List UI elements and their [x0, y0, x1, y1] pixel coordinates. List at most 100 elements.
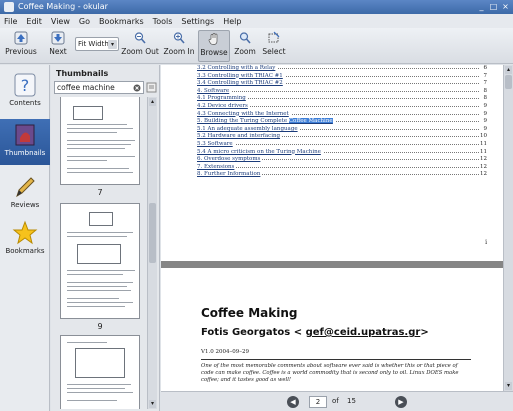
toc-entry-page: 9: [482, 103, 487, 109]
page-number-input[interactable]: 2: [309, 396, 327, 408]
scrollbar-thumb[interactable]: [149, 203, 156, 263]
toc-leader: [197, 90, 479, 92]
document-author: Fotis Georgatos < gef@ceid.upatras.gr>: [201, 327, 429, 338]
toc-entry-title: 5. Building the Turing Complete Coffee M…: [197, 118, 335, 125]
thumbnails-panel: Thumbnails coffee machine 7 9 ▴ ▾: [51, 65, 160, 411]
toc-entry[interactable]: 8. Further Information 12: [197, 171, 487, 178]
scroll-up-icon[interactable]: ▴: [505, 66, 512, 74]
thumbnail-figure: [73, 106, 103, 120]
star-icon: [12, 220, 38, 245]
menu-settings[interactable]: Settings: [181, 17, 214, 26]
zoom-tool-button[interactable]: Zoom: [232, 30, 258, 62]
thumbnail-line: [67, 156, 135, 157]
toc-entry-title: 7. Extensions: [197, 163, 237, 170]
maximize-icon[interactable]: □: [489, 2, 498, 11]
document-title: Coffee Making: [201, 306, 298, 320]
toc-entry[interactable]: 5.4 A micro criticism on the Turing Mach…: [197, 148, 487, 155]
sidebar-item-thumbnails[interactable]: Thumbnails: [0, 119, 50, 165]
thumbnails-heading: Thumbnails: [56, 69, 109, 78]
toc-entry[interactable]: 5. Building the Turing Complete Coffee M…: [197, 118, 487, 125]
toc-entry[interactable]: 5.1 An adequate assembly language 9: [197, 125, 487, 132]
toc-entry-title: 4.1 Programming: [197, 95, 248, 102]
toc-entry[interactable]: 4. Software 8: [197, 87, 487, 94]
title-bar: Coffee Making - okular _ □ ×: [0, 0, 513, 14]
thumbnail-page-10[interactable]: [60, 335, 140, 409]
toc-entry-page: 7: [482, 72, 487, 79]
document-version: V1.0 2004–09–29: [201, 349, 249, 355]
thumbnail-list: 7 9: [54, 97, 146, 409]
thumbnail-line: [67, 388, 125, 389]
next-button[interactable]: Next: [45, 30, 71, 62]
document-scrollbar[interactable]: ▴ ▾: [503, 65, 513, 391]
minimize-icon[interactable]: _: [477, 2, 486, 11]
menu-file[interactable]: File: [4, 17, 17, 26]
sidebar-label-reviews: Reviews: [10, 201, 40, 209]
help-contents-icon: ?: [14, 73, 36, 97]
scroll-up-icon[interactable]: ▴: [149, 98, 156, 106]
toc-entry[interactable]: 4.3 Connecting with the Internet 9: [197, 110, 487, 117]
previous-label: Previous: [5, 47, 37, 56]
thumbnail-line: [67, 302, 133, 303]
toc-entry[interactable]: 3.4 Controlling with TRIAC #2 7: [197, 80, 487, 87]
menu-go[interactable]: Go: [79, 17, 90, 26]
menu-edit[interactable]: Edit: [26, 17, 42, 26]
close-icon[interactable]: ×: [501, 2, 510, 11]
browse-label: Browse: [200, 48, 228, 57]
toc-entry[interactable]: 7. Extensions 12: [197, 163, 487, 170]
thumbnail-search-input[interactable]: coffee machine: [54, 81, 144, 94]
sidebar-item-reviews[interactable]: Reviews: [0, 171, 50, 217]
thumbnail-page-8[interactable]: [60, 203, 140, 319]
toc-entry-page: 11: [479, 141, 487, 147]
zoom-select[interactable]: Fit Width ▾: [75, 37, 119, 51]
toc-entry[interactable]: 3.2 Controlling with a Relay 6: [197, 65, 487, 71]
toc-entry[interactable]: 6. Overdose symptoms 12: [197, 156, 487, 163]
next-page-icon[interactable]: ▶: [395, 396, 407, 408]
sidebar-label-thumbnails: Thumbnails: [4, 149, 46, 157]
clear-search-icon[interactable]: [133, 84, 141, 92]
thumbnail-line: [67, 124, 127, 125]
toc-entry[interactable]: 4.2 Device drivers 9: [197, 103, 487, 109]
menu-view[interactable]: View: [51, 17, 70, 26]
menu-bookmarks[interactable]: Bookmarks: [99, 17, 144, 26]
toc-entry-title: 5.1 An adequate assembly language: [197, 125, 300, 132]
thumbnail-line: [67, 160, 107, 161]
toc-entry-page: 8: [482, 95, 487, 102]
arrow-up-icon: [14, 31, 28, 45]
toc-entry-page: 9: [482, 118, 487, 125]
menu-help[interactable]: Help: [223, 17, 241, 26]
toc-entry[interactable]: 3.3 Controlling with TRIAC #1 7: [197, 72, 487, 79]
document-page-toc: 3.2 Controlling with a Relay 6 3.3 Control…: [161, 65, 503, 261]
menu-tools[interactable]: Tools: [153, 17, 173, 26]
previous-page-icon[interactable]: ◀: [287, 396, 299, 408]
thumbnail-line: [67, 384, 131, 385]
browse-tool-button[interactable]: Browse: [198, 30, 230, 62]
zoom-in-button[interactable]: Zoom In: [163, 30, 195, 62]
menu-bar: File Edit View Go Bookmarks Tools Settin…: [0, 14, 513, 28]
thumbnail-line: [67, 400, 117, 401]
zoom-out-button[interactable]: Zoom Out: [120, 30, 160, 62]
scroll-down-icon[interactable]: ▾: [149, 400, 156, 408]
sidebar-item-contents[interactable]: ? Contents: [0, 69, 50, 115]
document-viewport[interactable]: 3.2 Controlling with a Relay 6 3.3 Control…: [161, 65, 503, 391]
sidebar-item-bookmarks[interactable]: Bookmarks: [0, 217, 50, 263]
toc-entry[interactable]: 4.1 Programming 8: [197, 95, 487, 102]
filter-icon[interactable]: [146, 81, 158, 94]
toc-entry-title: 4.3 Connecting with the Internet: [197, 110, 291, 117]
thumbnail-line: [67, 274, 123, 275]
toc-entry[interactable]: 5.2 Hardware and interfacing 10: [197, 133, 487, 140]
scrollbar-thumb[interactable]: [505, 75, 512, 89]
thumbnail-page-6[interactable]: [60, 97, 140, 185]
toc-entry[interactable]: 5.3 Software 11: [197, 141, 487, 147]
author-email-link[interactable]: gef@ceid.upatras.gr: [306, 327, 421, 338]
scroll-down-icon[interactable]: ▾: [505, 382, 512, 390]
author-name: Fotis Georgatos <: [201, 327, 306, 338]
thumbnail-figure: [75, 348, 125, 378]
select-tool-button[interactable]: Select: [261, 30, 287, 62]
divider: [201, 359, 471, 360]
previous-button[interactable]: Previous: [4, 30, 38, 62]
document-page-title: Coffee Making Fotis Georgatos < gef@ceid…: [161, 268, 503, 391]
author-suffix: >: [420, 327, 429, 338]
zoom-out-label: Zoom Out: [121, 47, 159, 56]
thumbnail-scrollbar[interactable]: ▴ ▾: [147, 97, 157, 409]
next-label: Next: [49, 47, 67, 56]
